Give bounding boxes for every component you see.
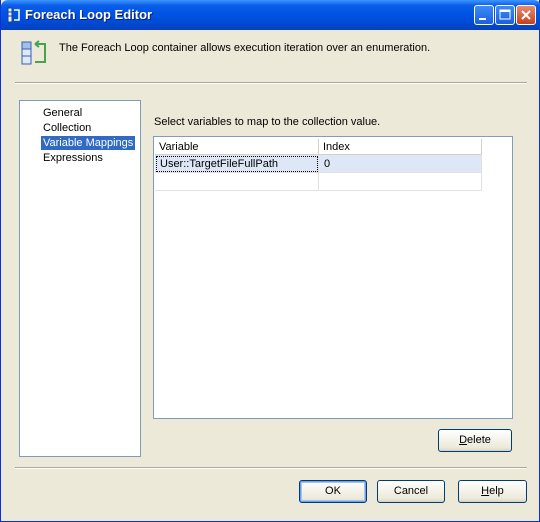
banner-description: The Foreach Loop container allows execut… xyxy=(59,42,431,54)
column-header-index[interactable]: Index xyxy=(319,139,482,155)
maximize-button[interactable] xyxy=(495,5,515,25)
foreach-loop-icon xyxy=(7,7,20,23)
instruction-text: Select variables to map to the collectio… xyxy=(154,116,381,128)
delete-label: elete xyxy=(467,434,491,446)
foreach-loop-icon xyxy=(21,40,46,65)
delete-button[interactable]: Delete xyxy=(438,429,512,452)
cell-variable-empty[interactable] xyxy=(155,173,319,191)
nav-item-variable-mappings[interactable]: Variable Mappings xyxy=(41,136,136,150)
title-bar[interactable]: Foreach Loop Editor xyxy=(1,0,540,30)
nav-item-expressions[interactable]: Expressions xyxy=(41,151,105,165)
help-label: elp xyxy=(489,485,504,497)
column-header-variable[interactable]: Variable xyxy=(155,139,319,155)
help-mnemonic: H xyxy=(481,485,490,497)
window-title: Foreach Loop Editor xyxy=(25,7,153,22)
cancel-button[interactable]: Cancel xyxy=(377,480,445,503)
maximize-icon xyxy=(499,9,511,20)
dialog-window: Foreach Loop Editor The Foreach Loop con… xyxy=(0,0,540,522)
footer-separator xyxy=(15,467,527,469)
navigation-list[interactable]: General Collection Variable Mappings Exp… xyxy=(19,100,141,457)
variable-mappings-grid[interactable]: Variable Index User::TargetFileFullPath … xyxy=(153,136,513,419)
minimize-icon xyxy=(479,18,486,20)
delete-mnemonic: D xyxy=(459,434,468,446)
cell-variable[interactable]: User::TargetFileFullPath xyxy=(155,155,319,173)
minimize-button[interactable] xyxy=(474,5,494,25)
nav-item-general[interactable]: General xyxy=(41,106,84,120)
close-button[interactable] xyxy=(516,5,536,25)
cell-index[interactable]: 0 xyxy=(319,155,482,173)
close-icon xyxy=(521,10,531,20)
header-separator xyxy=(15,82,527,84)
ok-button[interactable]: OK xyxy=(299,480,367,503)
help-button[interactable]: Help xyxy=(458,480,527,503)
cell-index-empty[interactable] xyxy=(319,173,482,191)
nav-item-collection[interactable]: Collection xyxy=(41,121,93,135)
